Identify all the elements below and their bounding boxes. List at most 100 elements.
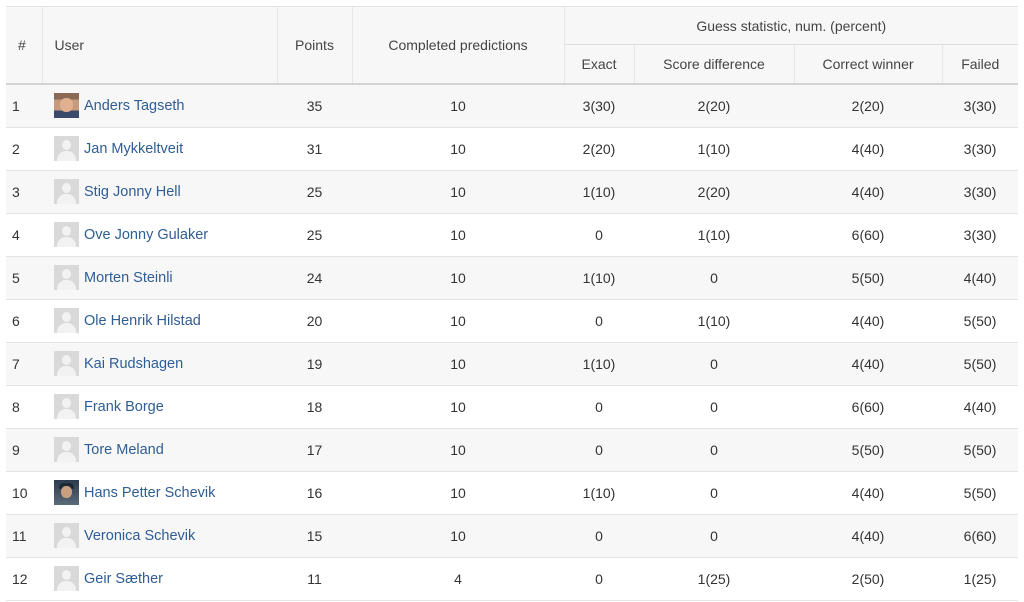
avatar[interactable] bbox=[54, 523, 79, 548]
avatar[interactable] bbox=[54, 136, 79, 161]
avatar[interactable] bbox=[54, 308, 79, 333]
table-row: 11 Veronica Schevik 15 10 0 0 4(40) 6(60) bbox=[6, 514, 1019, 557]
rank-cell: 6 bbox=[12, 312, 20, 329]
header-points[interactable]: Points bbox=[276, 6, 352, 84]
avatar[interactable] bbox=[54, 93, 79, 119]
table-row: 3 Stig Jonny Hell 25 10 1(10) 2(20) 4(40) 3(30) bbox=[6, 170, 1019, 213]
failed-cell: 3(30) bbox=[963, 183, 997, 200]
failed-cell: 5(50) bbox=[963, 312, 997, 329]
user-cell: Ove Jonny Gulaker bbox=[42, 213, 277, 256]
correct-winner-cell: 6(60) bbox=[851, 226, 885, 243]
user-name-link[interactable]: Jan Mykkeltveit bbox=[84, 141, 183, 157]
table-row: 7 Kai Rudshagen 19 10 1(10) 0 4(40) 5(50) bbox=[6, 342, 1019, 385]
points-cell: 16 bbox=[306, 484, 323, 501]
header-exact[interactable]: Exact bbox=[563, 44, 634, 84]
correct-winner-cell: 4(40) bbox=[851, 484, 885, 501]
user-name-link[interactable]: Frank Borge bbox=[84, 399, 164, 415]
completed-cell: 4 bbox=[454, 570, 462, 587]
table-row: 6 Ole Henrik Hilstad 20 10 0 1(10) 4(40) 5(50) bbox=[6, 299, 1019, 342]
points-cell: 15 bbox=[306, 527, 323, 544]
exact-cell: 3(30) bbox=[582, 97, 616, 114]
exact-cell: 1(10) bbox=[582, 269, 616, 286]
correct-winner-cell: 4(40) bbox=[851, 140, 885, 157]
correct-winner-cell: 2(50) bbox=[851, 570, 885, 587]
user-name-link[interactable]: Ole Henrik Hilstad bbox=[84, 313, 201, 329]
correct-winner-cell: 5(50) bbox=[851, 269, 885, 286]
header-guess-statistic-group: Guess statistic, num. (percent) bbox=[563, 6, 1019, 45]
failed-cell: 4(40) bbox=[963, 269, 997, 286]
correct-winner-cell: 4(40) bbox=[851, 355, 885, 372]
header-failed[interactable]: Failed bbox=[941, 44, 1019, 84]
user-cell: Geir Sæther bbox=[42, 557, 277, 600]
header-rank[interactable]: # bbox=[6, 6, 42, 84]
user-name-link[interactable]: Veronica Schevik bbox=[84, 528, 195, 544]
score-difference-cell: 1(25) bbox=[697, 570, 731, 587]
user-cell: Morten Steinli bbox=[42, 256, 277, 299]
rank-cell: 12 bbox=[12, 570, 28, 587]
avatar[interactable] bbox=[54, 566, 79, 591]
score-difference-cell: 1(10) bbox=[697, 226, 731, 243]
completed-cell: 10 bbox=[450, 527, 466, 544]
points-cell: 19 bbox=[306, 355, 323, 372]
user-name-link[interactable]: Ove Jonny Gulaker bbox=[84, 227, 208, 243]
user-name-link[interactable]: Anders Tagseth bbox=[84, 98, 185, 114]
points-cell: 31 bbox=[306, 140, 323, 157]
correct-winner-cell: 2(20) bbox=[851, 97, 885, 114]
user-name-link[interactable]: Hans Petter Schevik bbox=[84, 485, 215, 501]
failed-cell: 1(25) bbox=[963, 570, 997, 587]
user-name-link[interactable]: Stig Jonny Hell bbox=[84, 184, 181, 200]
points-cell: 18 bbox=[306, 398, 323, 415]
failed-cell: 6(60) bbox=[963, 527, 997, 544]
avatar[interactable] bbox=[54, 480, 79, 505]
table-row: 9 Tore Meland 17 10 0 0 5(50) 5(50) bbox=[6, 428, 1019, 471]
user-cell: Hans Petter Schevik bbox=[42, 471, 277, 514]
user-name-link[interactable]: Tore Meland bbox=[84, 442, 164, 458]
rank-cell: 3 bbox=[12, 183, 20, 200]
avatar[interactable] bbox=[54, 265, 79, 290]
table-row: 10 Hans Petter Schevik 16 10 1(10) 0 4(40) 5(50… bbox=[6, 471, 1019, 514]
failed-cell: 5(50) bbox=[963, 441, 997, 458]
rank-cell: 1 bbox=[12, 97, 20, 114]
table-row: 4 Ove Jonny Gulaker 25 10 0 1(10) 6(60) 3(30) bbox=[6, 213, 1019, 256]
avatar[interactable] bbox=[54, 437, 79, 462]
header-correct-winner[interactable]: Correct winner bbox=[793, 44, 942, 84]
completed-cell: 10 bbox=[450, 226, 466, 243]
user-name-link[interactable]: Morten Steinli bbox=[84, 270, 173, 286]
user-cell: Stig Jonny Hell bbox=[42, 170, 277, 213]
user-cell: Frank Borge bbox=[42, 385, 277, 428]
points-cell: 17 bbox=[306, 441, 323, 458]
completed-cell: 10 bbox=[450, 183, 466, 200]
user-cell: Ole Henrik Hilstad bbox=[42, 299, 277, 342]
header-completed-predictions[interactable]: Completed predictions bbox=[351, 6, 564, 84]
exact-cell: 1(10) bbox=[582, 183, 616, 200]
score-difference-cell: 1(10) bbox=[697, 140, 731, 157]
user-name-link[interactable]: Geir Sæther bbox=[84, 571, 163, 587]
score-difference-cell: 0 bbox=[710, 398, 718, 415]
score-difference-cell: 2(20) bbox=[697, 97, 731, 114]
exact-cell: 0 bbox=[595, 570, 603, 587]
failed-cell: 5(50) bbox=[963, 355, 997, 372]
score-difference-cell: 2(20) bbox=[697, 183, 731, 200]
failed-cell: 4(40) bbox=[963, 398, 997, 415]
table-body: 1 Anders Tagseth 35 10 3(30) 2(20) 2(20) 3(30) 2… bbox=[6, 84, 1019, 600]
completed-cell: 10 bbox=[450, 398, 466, 415]
correct-winner-cell: 4(40) bbox=[851, 183, 885, 200]
avatar[interactable] bbox=[54, 179, 79, 204]
avatar[interactable] bbox=[54, 222, 79, 247]
leaderboard-table: # User Points Completed predictions Gues… bbox=[6, 6, 1019, 601]
header-user[interactable]: User bbox=[41, 6, 277, 84]
table-row: 2 Jan Mykkeltveit 31 10 2(20) 1(10) 4(40) 3(30) bbox=[6, 127, 1019, 170]
failed-cell: 3(30) bbox=[963, 140, 997, 157]
exact-cell: 0 bbox=[595, 527, 603, 544]
avatar[interactable] bbox=[54, 351, 79, 376]
user-name-link[interactable]: Kai Rudshagen bbox=[84, 356, 183, 372]
exact-cell: 0 bbox=[595, 312, 603, 329]
score-difference-cell: 0 bbox=[710, 441, 718, 458]
avatar[interactable] bbox=[54, 394, 79, 419]
completed-cell: 10 bbox=[450, 441, 466, 458]
points-cell: 20 bbox=[306, 312, 323, 329]
header-score-difference[interactable]: Score difference bbox=[633, 44, 794, 84]
completed-cell: 10 bbox=[450, 140, 466, 157]
completed-cell: 10 bbox=[450, 97, 466, 114]
rank-cell: 2 bbox=[12, 140, 20, 157]
